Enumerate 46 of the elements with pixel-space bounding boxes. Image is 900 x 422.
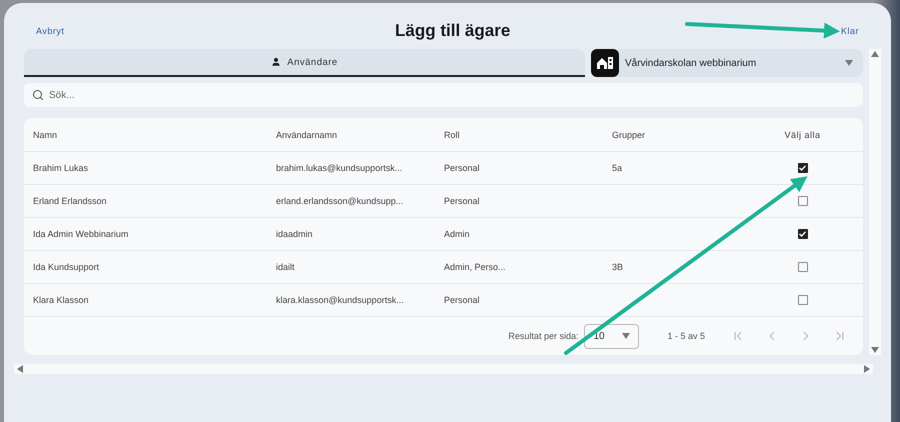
table-cell-text: klara.klasson@kundsupportsk... bbox=[276, 295, 405, 305]
scroll-right-icon[interactable] bbox=[864, 365, 870, 373]
vertical-scrollbar[interactable] bbox=[869, 49, 881, 355]
dialog-title: Lägg till ägare bbox=[395, 21, 510, 41]
scroll-up-icon[interactable] bbox=[871, 51, 879, 57]
checkbox[interactable] bbox=[798, 196, 808, 206]
users-tab[interactable]: Användare bbox=[24, 49, 585, 77]
table-cell-text: Ida Kundsupport bbox=[33, 262, 100, 272]
table-cell-text: brahim.lukas@kundsupportsk... bbox=[276, 163, 404, 173]
column-header: Roll bbox=[444, 130, 461, 140]
table-cell-text: erland.erlandsson@kundsupp... bbox=[276, 196, 404, 206]
column-header: Grupper bbox=[612, 130, 646, 140]
column-header: Användarnamn bbox=[276, 130, 338, 140]
select-all-button[interactable]: Välj alla bbox=[782, 128, 823, 142]
table-cell-text: Admin bbox=[444, 229, 471, 239]
person-icon bbox=[271, 57, 282, 67]
checkbox[interactable] bbox=[798, 262, 808, 272]
page-range: 1 - 5 av 5 bbox=[667, 331, 705, 341]
cancel-button[interactable]: Avbryt bbox=[34, 24, 66, 38]
rows-per-page-label: Resultat per sida: bbox=[508, 331, 578, 341]
search-icon bbox=[32, 89, 44, 101]
table-cell-text: idaadmin bbox=[276, 229, 314, 239]
table-cell-text: Ida Admin Webbinarium bbox=[33, 229, 130, 239]
column-header: Namn bbox=[33, 130, 58, 140]
scroll-left-icon[interactable] bbox=[17, 365, 23, 373]
checkbox[interactable] bbox=[798, 163, 808, 173]
table-cell-text: idailt bbox=[276, 262, 296, 272]
table-cell-text: Erland Erlandsson bbox=[33, 196, 108, 206]
done-button[interactable]: Klar bbox=[838, 24, 861, 38]
table-cell-text: Personal bbox=[444, 196, 481, 206]
table-cell-text: Admin, Perso... bbox=[444, 262, 507, 272]
table-cell-text: 3B bbox=[612, 262, 624, 272]
search-field[interactable]: Sök... bbox=[24, 83, 863, 107]
caret-icon[interactable] bbox=[622, 333, 630, 339]
table-cell-text: Personal bbox=[444, 295, 481, 305]
table-cell-text: 5a bbox=[612, 163, 624, 173]
checkbox[interactable] bbox=[798, 229, 808, 239]
school-select[interactable]: Vårvindarskolan webbinarium bbox=[591, 49, 863, 77]
caret-icon[interactable] bbox=[845, 60, 853, 66]
table-cell-text: Brahim Lukas bbox=[33, 163, 90, 173]
house-icon bbox=[591, 49, 619, 77]
scroll-down-icon[interactable] bbox=[871, 347, 879, 353]
table-cell-text: Klara Klasson bbox=[33, 295, 90, 305]
checkbox[interactable] bbox=[798, 295, 808, 305]
horizontal-scrollbar[interactable] bbox=[14, 364, 873, 374]
table-cell-text: Personal bbox=[444, 163, 481, 173]
